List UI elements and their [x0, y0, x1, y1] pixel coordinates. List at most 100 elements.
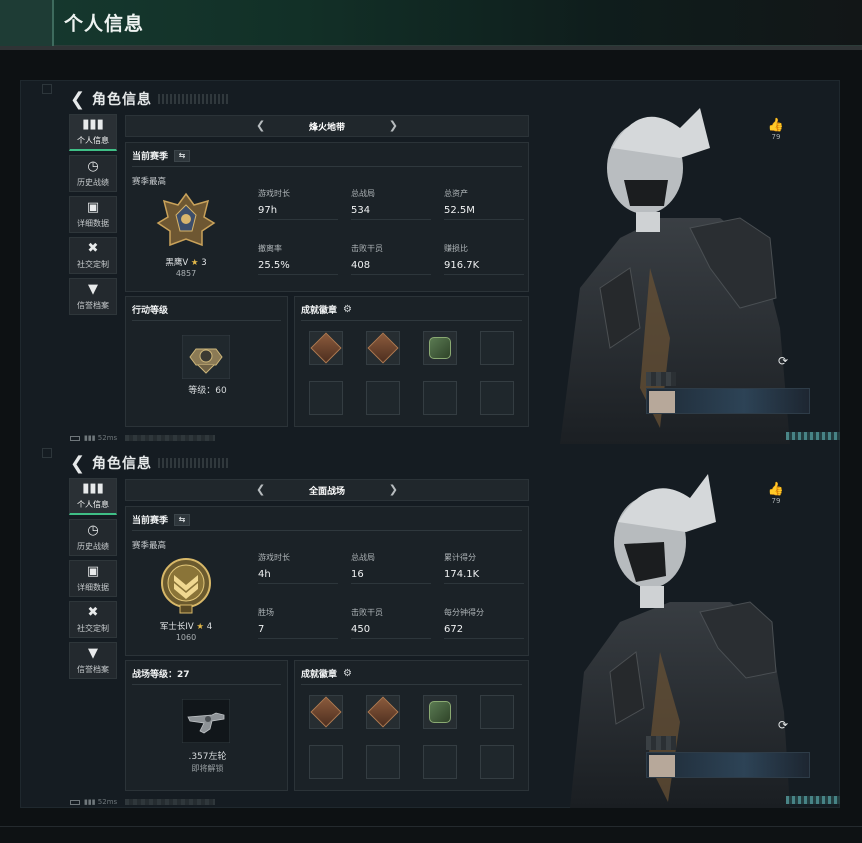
divider: [301, 320, 522, 321]
stat-value: 4h: [258, 569, 271, 580]
badge-slot-empty[interactable]: [480, 331, 514, 365]
stat-underline: [258, 583, 338, 584]
panel-title: 角色信息: [92, 92, 152, 108]
swap-icon[interactable]: ⇆: [174, 149, 191, 162]
back-arrow-icon[interactable]: ❮: [70, 453, 92, 474]
badges-header: 成就徽章 ⚙: [301, 303, 352, 316]
mode-label: 全面战场: [308, 486, 345, 497]
rank-title: 军士长IV: [159, 622, 194, 632]
badge-slot[interactable]: [423, 331, 457, 365]
sidebar: ▮▮▮ 个人信息 ◷ 历史战绩 ▣ 详细数据 ✖ 社交定制 ▼ 信誉档案: [69, 478, 119, 683]
helmet-badge-icon: [182, 335, 230, 379]
badge-icon: [429, 701, 451, 723]
divider: [132, 530, 522, 531]
panel-header: ❮ 角色信息: [70, 88, 228, 110]
badge-slot-empty[interactable]: [423, 381, 457, 415]
history-icon: ◷: [87, 158, 99, 174]
mode-next-icon[interactable]: ❯: [389, 483, 398, 496]
shield-icon: ▼: [88, 281, 98, 297]
sidebar-item-history[interactable]: ◷ 历史战绩: [69, 519, 117, 556]
corner-marker: [42, 84, 52, 94]
badge-slot[interactable]: [309, 695, 343, 729]
divider: [132, 684, 281, 685]
sidebar-item-personal-info[interactable]: ▮▮▮ 个人信息: [69, 114, 117, 151]
thumbs-up-icon: 👍: [767, 118, 785, 133]
stat-label: 总战局: [351, 189, 375, 198]
stat-label: 每分钟得分: [444, 608, 484, 617]
mode-prev-icon[interactable]: ❮: [256, 119, 265, 132]
badge-slot[interactable]: [423, 695, 457, 729]
sidebar-item-social[interactable]: ✖ 社交定制: [69, 237, 117, 274]
star-icon: ★: [190, 258, 199, 268]
stat-total-score: 累计得分 174.1K: [444, 552, 534, 584]
like-button[interactable]: 👍 79: [766, 482, 786, 505]
stat-value: 97h: [258, 205, 278, 216]
divider: [132, 166, 522, 167]
level-text: 等级：60: [188, 386, 227, 396]
mode-prev-icon[interactable]: ❮: [256, 483, 265, 496]
rank-score: 4857: [175, 269, 197, 278]
stat-label: 游戏时长: [258, 553, 290, 562]
badge-slot[interactable]: [309, 331, 343, 365]
sidebar-item-details[interactable]: ▣ 详细数据: [69, 560, 117, 597]
stat-label: 击败干员: [351, 608, 383, 617]
gear-icon[interactable]: ⚙: [343, 304, 352, 315]
badge-slot-empty[interactable]: [480, 381, 514, 415]
stat-kills: 击败干员 450: [351, 607, 441, 639]
swap-icon[interactable]: ⇆: [174, 513, 191, 526]
like-count: 79: [771, 133, 781, 141]
rank-stars: 3: [201, 258, 207, 268]
stat-value: 408: [351, 260, 371, 271]
badge-slot[interactable]: [366, 695, 400, 729]
signal-icon: ▮▮▮: [84, 434, 96, 442]
refresh-icon[interactable]: ⟳: [778, 354, 788, 368]
sidebar-item-credit[interactable]: ▼ 信誉档案: [69, 278, 117, 315]
badge-slot-empty[interactable]: [480, 695, 514, 729]
badges-title: 成就徽章: [301, 670, 338, 680]
gear-icon[interactable]: ⚙: [343, 668, 352, 679]
season-label: 当前赛季: [132, 516, 169, 526]
stat-underline: [351, 638, 431, 639]
badge-slot-empty[interactable]: [366, 381, 400, 415]
shield-icon: ▼: [88, 645, 98, 661]
bottom-bar: [0, 826, 862, 843]
stat-label: 撤离率: [258, 244, 282, 253]
status-bar: ▮▮▮ 52ms: [70, 798, 216, 806]
badge-slot[interactable]: [366, 331, 400, 365]
title-bar: 个人信息: [0, 0, 862, 46]
sidebar-item-details[interactable]: ▣ 详细数据: [69, 196, 117, 233]
redacted-pixels: [646, 736, 676, 750]
tools-icon: ✖: [87, 240, 99, 256]
sidebar-item-label: 详细数据: [77, 582, 109, 592]
stat-kills: 击败干员 408: [351, 243, 441, 275]
character-portrait: 👍 79 ⟳: [540, 452, 840, 808]
stat-underline: [444, 274, 524, 275]
page-title: 个人信息: [64, 13, 145, 35]
badge-icon: [310, 332, 342, 364]
rank-stars: 4: [206, 622, 213, 632]
badge-slot-empty[interactable]: [309, 381, 343, 415]
stat-underline: [258, 274, 338, 275]
back-arrow-icon[interactable]: ❮: [70, 89, 92, 110]
ping-text: 52ms: [97, 798, 118, 806]
bar-chart-icon: ▮▮▮: [82, 481, 104, 496]
stat-value: 672: [444, 624, 464, 635]
badge-slot-empty[interactable]: [423, 745, 457, 779]
mode-next-icon[interactable]: ❯: [389, 119, 398, 132]
sidebar-item-social[interactable]: ✖ 社交定制: [69, 601, 117, 638]
stat-value: 7: [258, 624, 265, 635]
stat-value: 25.5%: [258, 260, 290, 271]
badges-header: 成就徽章 ⚙: [301, 667, 352, 680]
thumbnail-strip: [646, 388, 810, 414]
sidebar-item-credit[interactable]: ▼ 信誉档案: [69, 642, 117, 679]
badge-slot-empty[interactable]: [480, 745, 514, 779]
sidebar-item-personal-info[interactable]: ▮▮▮ 个人信息: [69, 478, 117, 515]
avatar: [649, 755, 675, 777]
badge-slot-empty[interactable]: [366, 745, 400, 779]
like-button[interactable]: 👍 79: [766, 118, 786, 141]
achievement-badges-card: 成就徽章 ⚙: [294, 660, 529, 791]
stat-score-per-minute: 每分钟得分 672: [444, 607, 534, 639]
badge-slot-empty[interactable]: [309, 745, 343, 779]
sidebar-item-history[interactable]: ◷ 历史战绩: [69, 155, 117, 192]
refresh-icon[interactable]: ⟳: [778, 718, 788, 732]
